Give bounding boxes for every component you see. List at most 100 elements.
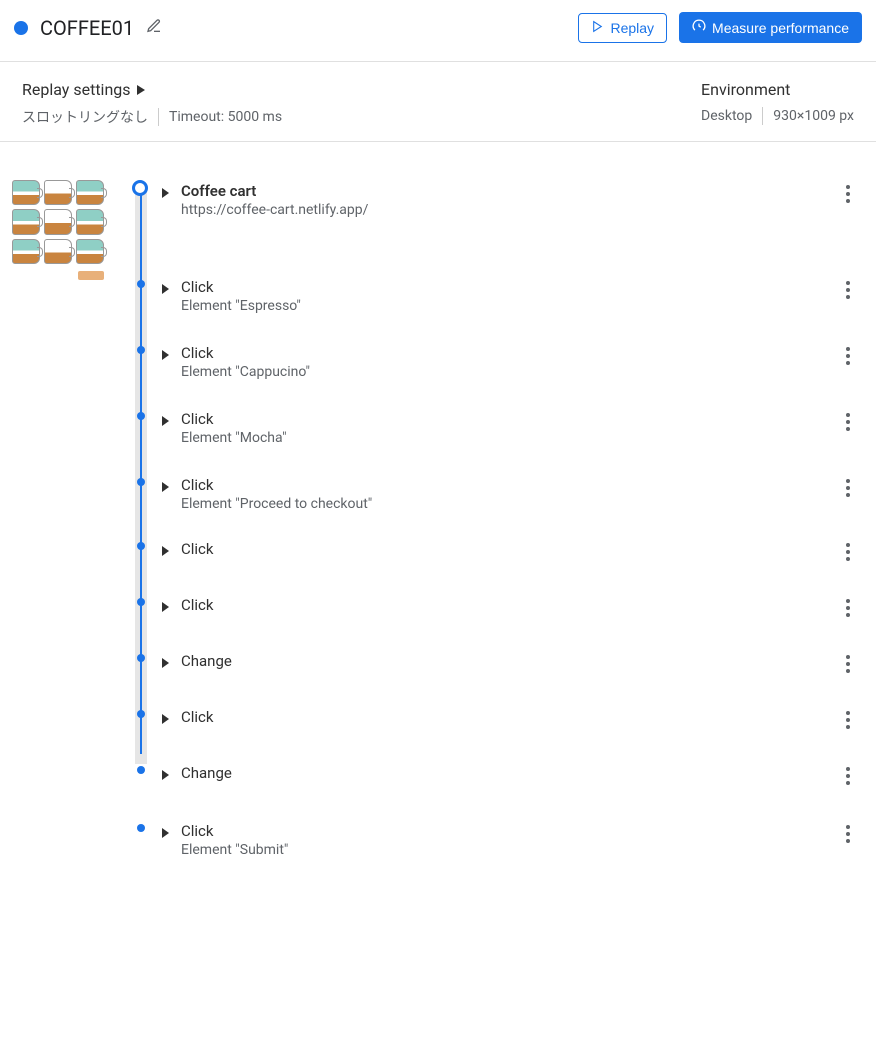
device-value: Desktop bbox=[701, 108, 752, 124]
step-title: Click bbox=[181, 540, 824, 558]
environment-heading: Environment bbox=[701, 80, 854, 99]
expand-chevron-icon[interactable] bbox=[162, 482, 169, 492]
step-title: Click bbox=[181, 822, 824, 840]
timeline-step[interactable]: Click bbox=[156, 590, 866, 630]
environment-col: Environment Desktop 930×1009 px bbox=[701, 80, 854, 127]
performance-icon bbox=[692, 19, 706, 36]
content: Coffee cart https://coffee-cart.netlify.a… bbox=[0, 142, 876, 874]
step-menu-icon[interactable] bbox=[836, 822, 860, 846]
timeline-step[interactable]: Click Element "Submit" bbox=[156, 816, 866, 864]
step-title: Click bbox=[181, 344, 824, 362]
timeline-node bbox=[137, 346, 145, 354]
step-body: Click bbox=[181, 540, 824, 558]
settings-row: Replay settings スロットリングなし Timeout: 5000 … bbox=[0, 62, 876, 142]
measure-button-label: Measure performance bbox=[712, 20, 849, 36]
step-menu-icon[interactable] bbox=[836, 278, 860, 302]
throttling-value: スロットリングなし bbox=[22, 107, 148, 127]
edit-icon[interactable] bbox=[146, 18, 162, 38]
timeline-step[interactable]: Click Element "Cappucino" bbox=[156, 338, 866, 386]
timeline-step[interactable]: Coffee cart https://coffee-cart.netlify.a… bbox=[156, 176, 866, 254]
replay-button-label: Replay bbox=[610, 20, 654, 36]
step-menu-icon[interactable] bbox=[836, 182, 860, 206]
recording-title: COFFEE01 bbox=[40, 16, 134, 40]
step-subtitle: Element "Proceed to checkout" bbox=[181, 496, 824, 512]
step-menu-icon[interactable] bbox=[836, 540, 860, 564]
step-body: Click Element "Proceed to checkout" bbox=[181, 476, 824, 512]
replay-button[interactable]: Replay bbox=[578, 13, 667, 43]
step-subtitle: Element "Submit" bbox=[181, 842, 824, 858]
expand-chevron-icon[interactable] bbox=[162, 350, 169, 360]
timeline-node bbox=[137, 824, 145, 832]
step-body: Click Element "Cappucino" bbox=[181, 344, 824, 380]
separator bbox=[158, 108, 159, 126]
measure-performance-button[interactable]: Measure performance bbox=[679, 12, 862, 43]
step-menu-icon[interactable] bbox=[836, 764, 860, 788]
timeline-node bbox=[137, 766, 145, 774]
step-title: Change bbox=[181, 652, 824, 670]
timeline-step[interactable]: Change bbox=[156, 758, 866, 798]
timeline-start-node bbox=[132, 180, 148, 196]
timeline-line bbox=[140, 190, 142, 754]
expand-chevron-icon[interactable] bbox=[162, 828, 169, 838]
step-title: Change bbox=[181, 764, 824, 782]
replay-settings-label: Replay settings bbox=[22, 80, 131, 99]
expand-chevron-icon[interactable] bbox=[162, 284, 169, 294]
timeline-step[interactable]: Click bbox=[156, 534, 866, 574]
step-body: ClickElement "Espresso" bbox=[181, 278, 824, 314]
step-body: Click bbox=[181, 708, 824, 726]
expand-chevron-icon[interactable] bbox=[162, 416, 169, 426]
step-body: Click Element "Submit" bbox=[181, 822, 824, 858]
timeline-step[interactable]: ClickElement "Espresso" bbox=[156, 272, 866, 320]
step-title: Coffee cart bbox=[181, 182, 824, 200]
play-icon bbox=[591, 20, 604, 36]
expand-chevron-icon[interactable] bbox=[162, 188, 169, 198]
timeline-node bbox=[137, 542, 145, 550]
header: COFFEE01 Replay Measure performance bbox=[0, 0, 876, 55]
step-body: Change bbox=[181, 764, 824, 782]
timeline-step[interactable]: Click bbox=[156, 702, 866, 742]
timeline-node bbox=[137, 710, 145, 718]
expand-chevron-icon[interactable] bbox=[162, 714, 169, 724]
separator bbox=[762, 107, 763, 125]
step-title: Click bbox=[181, 708, 824, 726]
step-body: Click bbox=[181, 596, 824, 614]
step-subtitle: https://coffee-cart.netlify.app/ bbox=[181, 202, 824, 218]
step-menu-icon[interactable] bbox=[836, 652, 860, 676]
screenshot-thumbnail[interactable] bbox=[8, 176, 108, 282]
step-subtitle: Element "Espresso" bbox=[181, 298, 824, 314]
step-body: Coffee cart https://coffee-cart.netlify.a… bbox=[181, 182, 824, 218]
step-title: Click bbox=[181, 596, 824, 614]
timeline-step[interactable]: Click Element "Mocha" bbox=[156, 404, 866, 452]
step-menu-icon[interactable] bbox=[836, 596, 860, 620]
step-body: Click Element "Mocha" bbox=[181, 410, 824, 446]
environment-label: Environment bbox=[701, 80, 790, 99]
timeline-node bbox=[137, 654, 145, 662]
replay-settings-values: スロットリングなし Timeout: 5000 ms bbox=[22, 107, 282, 127]
step-menu-icon[interactable] bbox=[836, 476, 860, 500]
timeline-node bbox=[137, 478, 145, 486]
timeline: Coffee cart https://coffee-cart.netlify.a… bbox=[128, 176, 866, 864]
step-menu-icon[interactable] bbox=[836, 708, 860, 732]
replay-settings-heading[interactable]: Replay settings bbox=[22, 80, 282, 99]
step-body: Change bbox=[181, 652, 824, 670]
timeline-node bbox=[137, 412, 145, 420]
expand-chevron-icon[interactable] bbox=[162, 770, 169, 780]
step-title: Click bbox=[181, 476, 824, 494]
timeline-node bbox=[137, 598, 145, 606]
timeout-value: Timeout: 5000 ms bbox=[169, 109, 282, 125]
resolution-value: 930×1009 px bbox=[773, 108, 854, 124]
environment-values: Desktop 930×1009 px bbox=[701, 107, 854, 125]
record-indicator bbox=[14, 21, 28, 35]
step-menu-icon[interactable] bbox=[836, 410, 860, 434]
step-subtitle: Element "Mocha" bbox=[181, 430, 824, 446]
timeline-node bbox=[137, 280, 145, 288]
replay-settings-col: Replay settings スロットリングなし Timeout: 5000 … bbox=[22, 80, 282, 127]
expand-chevron-icon[interactable] bbox=[162, 658, 169, 668]
timeline-step[interactable]: Change bbox=[156, 646, 866, 686]
step-title: Click bbox=[181, 410, 824, 428]
expand-chevron-icon[interactable] bbox=[162, 546, 169, 556]
timeline-step[interactable]: Click Element "Proceed to checkout" bbox=[156, 470, 866, 518]
step-menu-icon[interactable] bbox=[836, 344, 860, 368]
step-subtitle: Element "Cappucino" bbox=[181, 364, 824, 380]
expand-chevron-icon[interactable] bbox=[162, 602, 169, 612]
